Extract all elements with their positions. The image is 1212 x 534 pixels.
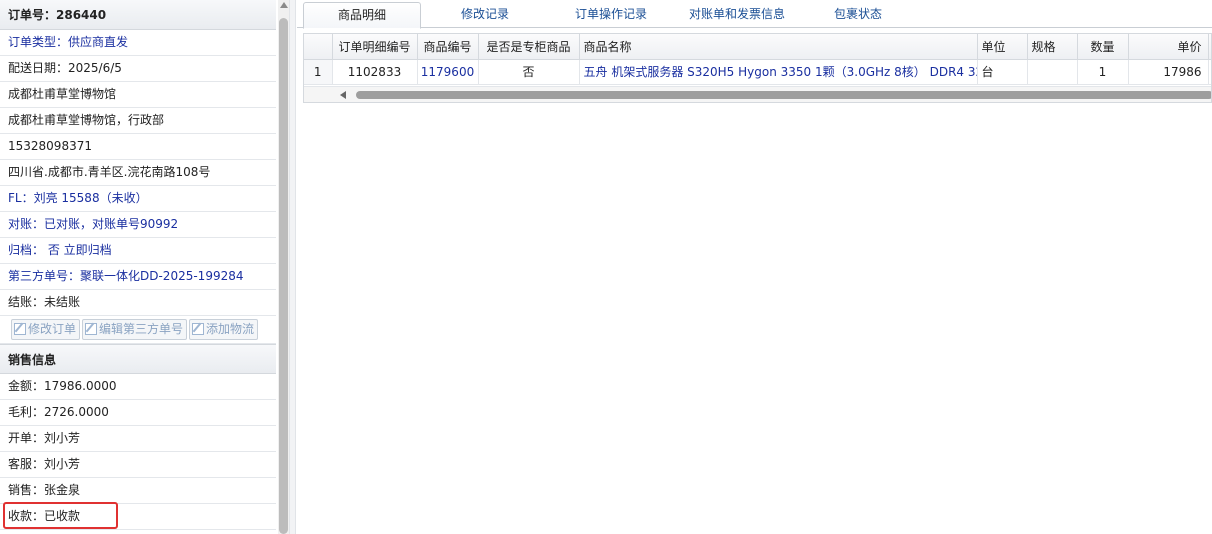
issuer-row: 开单：刘小芳 (0, 426, 276, 452)
delivery-date-row: 配送日期：2025/6/5 (0, 56, 276, 82)
column-header-rownum (304, 34, 333, 60)
order-number-header: 订单号：286440 (0, 0, 276, 30)
scroll-up-arrow-icon[interactable] (280, 2, 288, 8)
column-header-unit-price[interactable]: 单价 (1128, 34, 1209, 60)
customer-name-row: 成都杜甫草堂博物馆 (0, 82, 276, 108)
column-header-quantity[interactable]: 数量 (1077, 34, 1129, 60)
cell-is-counter: 否 (478, 59, 580, 85)
cell-spec (1027, 59, 1078, 85)
edit-icon (85, 323, 98, 335)
grid-horizontal-scrollbar[interactable] (304, 86, 1211, 102)
add-logistics-button[interactable]: 添加物流 (189, 319, 259, 340)
edit-icon (14, 323, 26, 335)
tab-package-status[interactable]: 包裹状态 (823, 2, 893, 28)
column-header-unit[interactable]: 单位 (977, 34, 1028, 60)
scrollbar-thumb[interactable] (279, 18, 288, 534)
scroll-left-arrow-icon[interactable] (340, 91, 346, 99)
archive-row[interactable]: 归档： 否 立即归档 (0, 238, 276, 264)
fl-row[interactable]: FL：刘亮 15588（未收） (0, 186, 276, 212)
amount-row: 金额：17986.0000 (0, 374, 276, 400)
detail-tabs: 商品明细 修改记录 订单操作记录 对账单和发票信息 包裹状态 (297, 0, 1212, 29)
tab-order-operation-log[interactable]: 订单操作记录 (559, 2, 663, 28)
column-header-is-counter[interactable]: 是否是专柜商品 (478, 34, 580, 60)
product-grid: 订单明细编号 商品编号 是否是专柜商品 商品名称 单位 规格 数量 单价 1 1… (303, 33, 1212, 103)
column-header-product-name[interactable]: 商品名称 (579, 34, 978, 60)
settlement-row: 结账：未结账 (0, 290, 276, 316)
salesperson-row: 销售：张金泉 (0, 478, 276, 504)
panel-splitter[interactable] (289, 0, 296, 534)
table-header-row: 订单明细编号 商品编号 是否是专柜商品 商品名称 单位 规格 数量 单价 (304, 34, 1211, 60)
row-number: 1 (304, 59, 333, 85)
address-row: 四川省.成都市.青羊区.浣花南路108号 (0, 160, 276, 186)
sales-info-header: 销售信息 (0, 344, 276, 374)
reconciliation-row[interactable]: 对账：已对账，对账单号90992 (0, 212, 276, 238)
cell-unit: 台 (977, 59, 1028, 85)
customer-department-row: 成都杜甫草堂博物馆，行政部 (0, 108, 276, 134)
product-table: 订单明细编号 商品编号 是否是专柜商品 商品名称 单位 规格 数量 单价 1 1… (304, 34, 1211, 85)
third-party-number-row[interactable]: 第三方单号：聚联一体化DD-2025-199284 (0, 264, 276, 290)
column-header-spec[interactable]: 规格 (1027, 34, 1078, 60)
detail-panel: 商品明细 修改记录 订单操作记录 对账单和发票信息 包裹状态 订单明细编号 商品… (297, 0, 1212, 534)
cell-quantity: 1 (1077, 59, 1129, 85)
cell-unit-price: 17986 (1128, 59, 1209, 85)
left-panel-scrollbar[interactable] (278, 0, 289, 534)
table-row[interactable]: 1 1102833 1179600 否 五舟 机架式服务器 S320H5 Hyg… (304, 59, 1211, 85)
edit-icon (192, 323, 205, 335)
payment-status-row: 收款：已收款 (0, 504, 276, 530)
edit-order-button[interactable]: 修改订单 (11, 319, 81, 340)
edit-third-party-number-button[interactable]: 编辑第三方单号 (82, 319, 188, 340)
phone-row: 15328098371 (0, 134, 276, 160)
column-header-overflow (1208, 34, 1211, 60)
cell-product-name-link[interactable]: 五舟 机架式服务器 S320H5 Hygon 3350 1颗（3.0GHz 8核… (579, 59, 978, 85)
tab-statement-invoice[interactable]: 对账单和发票信息 (677, 2, 797, 28)
tab-change-log[interactable]: 修改记录 (437, 2, 533, 28)
column-header-product-id[interactable]: 商品编号 (417, 34, 479, 60)
cell-detail-id: 1102833 (332, 59, 418, 85)
order-type-row: 订单类型：供应商直发 (0, 30, 276, 56)
horizontal-scrollbar-thumb[interactable] (356, 91, 1211, 99)
order-action-buttons: 修改订单 编辑第三方单号 添加物流 (0, 316, 276, 344)
gross-profit-row: 毛利：2726.0000 (0, 400, 276, 426)
cell-overflow (1208, 59, 1211, 85)
order-info-panel: 订单号：286440 订单类型：供应商直发 配送日期：2025/6/5 成都杜甫… (0, 0, 289, 534)
cell-product-id-link[interactable]: 1179600 (417, 59, 479, 85)
column-header-detail-id[interactable]: 订单明细编号 (332, 34, 418, 60)
tab-product-details[interactable]: 商品明细 (303, 2, 421, 29)
customer-service-row: 客服：刘小芳 (0, 452, 276, 478)
